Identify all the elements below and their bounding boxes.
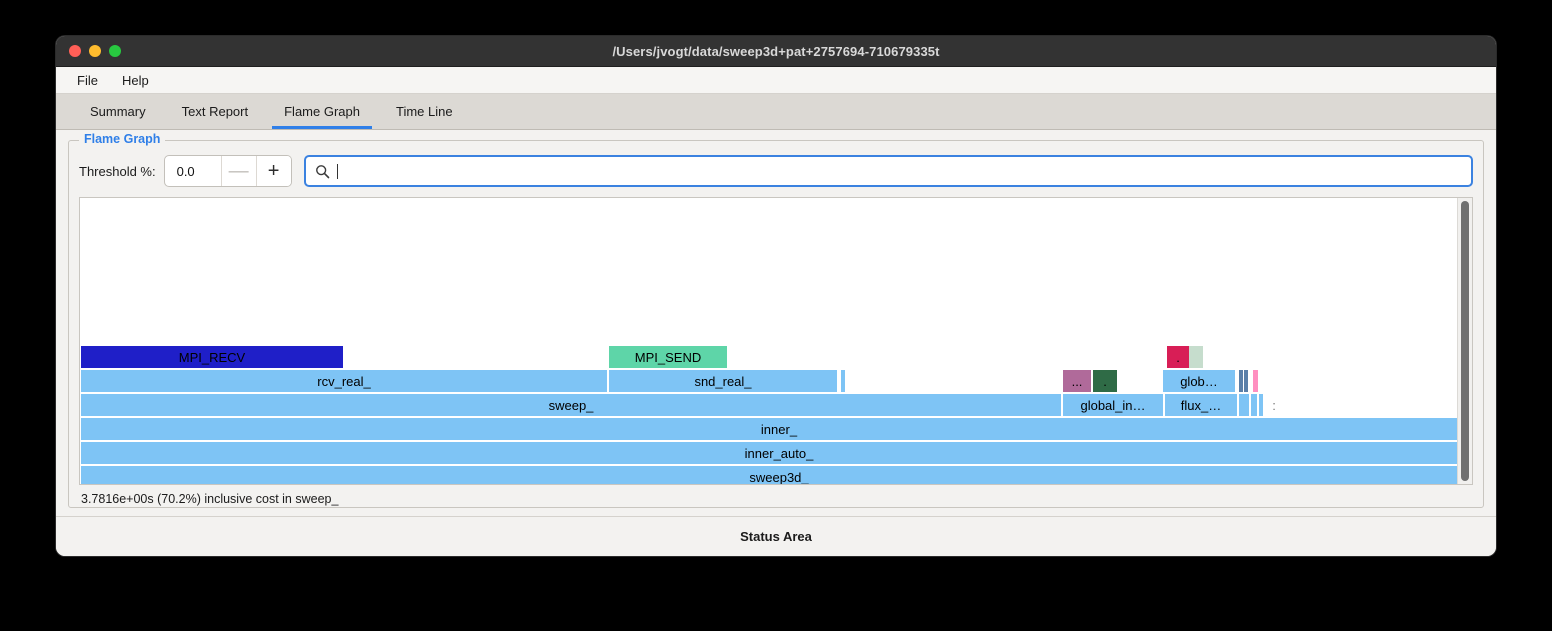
flame-frame[interactable]: ... xyxy=(1063,370,1091,392)
flame-frame[interactable]: flux_… xyxy=(1165,394,1237,416)
flame-frame[interactable]: inner_auto_ xyxy=(81,442,1457,464)
flame-frame-label: . xyxy=(1103,374,1107,389)
window-controls xyxy=(56,45,121,57)
flame-frame[interactable] xyxy=(1239,370,1243,392)
flame-frame[interactable]: MPI_SEND xyxy=(609,346,727,368)
menu-help[interactable]: Help xyxy=(113,71,158,90)
close-button[interactable] xyxy=(69,45,81,57)
flame-frame[interactable]: . xyxy=(1093,370,1117,392)
flame-frame[interactable]: rcv_real_ xyxy=(81,370,607,392)
flame-frame[interactable]: sweep3d_ xyxy=(81,466,1457,484)
graph-status-text: 3.7816e+00s (70.2%) inclusive cost in sw… xyxy=(79,492,1473,506)
main-content: Flame Graph Threshold %: 0.0 — + xyxy=(56,130,1496,506)
text-caret xyxy=(337,164,338,179)
title-bar: /Users/jvogt/data/sweep3d+pat+2757694-71… xyxy=(56,36,1496,67)
tab-bar: Summary Text Report Flame Graph Time Lin… xyxy=(56,94,1496,130)
flame-frame[interactable]: : xyxy=(1271,394,1277,416)
threshold-decrement-button[interactable]: — xyxy=(221,156,256,186)
flame-frame-label: snd_real_ xyxy=(694,374,751,389)
threshold-stepper[interactable]: 0.0 — + xyxy=(164,155,292,187)
flame-frame[interactable] xyxy=(1253,370,1258,392)
panel-legend: Flame Graph xyxy=(79,132,165,146)
flame-frame-label: inner_auto_ xyxy=(745,446,814,461)
threshold-increment-button[interactable]: + xyxy=(256,156,291,186)
flame-frame[interactable] xyxy=(1244,370,1248,392)
menu-file[interactable]: File xyxy=(68,71,107,90)
flame-graph-panel: Flame Graph Threshold %: 0.0 — + xyxy=(68,140,1484,508)
threshold-value[interactable]: 0.0 xyxy=(165,156,221,186)
scrollbar-thumb[interactable] xyxy=(1461,201,1469,481)
tab-text-report[interactable]: Text Report xyxy=(164,94,266,129)
tab-time-line[interactable]: Time Line xyxy=(378,94,471,129)
tab-summary[interactable]: Summary xyxy=(72,94,164,129)
search-field[interactable] xyxy=(304,155,1473,187)
threshold-label: Threshold %: xyxy=(79,164,156,179)
flame-frame[interactable] xyxy=(1239,394,1249,416)
flame-frame-label: ... xyxy=(1072,374,1083,389)
status-area: Status Area xyxy=(56,516,1496,556)
flame-frame-label: inner_ xyxy=(761,422,797,437)
zoom-button[interactable] xyxy=(109,45,121,57)
flame-frame[interactable] xyxy=(1251,394,1257,416)
minimize-button[interactable] xyxy=(89,45,101,57)
flame-frame-label: . xyxy=(1176,350,1180,365)
flame-frame-label: glob… xyxy=(1180,374,1218,389)
flame-frame[interactable]: sweep_ xyxy=(81,394,1061,416)
flame-frame[interactable]: global_in… xyxy=(1063,394,1163,416)
flame-frame[interactable]: . xyxy=(1167,346,1189,368)
flame-frame-label: sweep3d_ xyxy=(749,470,808,485)
flame-graph-viewport: MPI_RECVMPI_SEND.rcv_real_snd_real_....g… xyxy=(79,197,1473,485)
flame-frame-label: rcv_real_ xyxy=(317,374,370,389)
flame-frame-label: MPI_SEND xyxy=(635,350,701,365)
flame-frame[interactable] xyxy=(841,370,845,392)
flame-graph-canvas[interactable]: MPI_RECVMPI_SEND.rcv_real_snd_real_....g… xyxy=(80,198,1457,484)
flame-frame[interactable] xyxy=(1259,394,1263,416)
search-icon xyxy=(315,164,330,179)
flame-frame-label: global_in… xyxy=(1080,398,1145,413)
flame-frame-label: MPI_RECV xyxy=(179,350,245,365)
flame-graph-toolbar: Threshold %: 0.0 — + xyxy=(79,155,1473,187)
flame-frame[interactable] xyxy=(1189,346,1203,368)
flame-frame[interactable]: inner_ xyxy=(81,418,1457,440)
vertical-scrollbar[interactable] xyxy=(1457,198,1472,484)
flame-frame[interactable]: MPI_RECV xyxy=(81,346,343,368)
flame-frame[interactable]: snd_real_ xyxy=(609,370,837,392)
flame-frame-label: sweep_ xyxy=(549,398,594,413)
flame-frame-label: flux_… xyxy=(1181,398,1221,413)
tab-flame-graph[interactable]: Flame Graph xyxy=(266,94,378,129)
flame-frame-label: : xyxy=(1272,398,1276,413)
application-window: /Users/jvogt/data/sweep3d+pat+2757694-71… xyxy=(56,36,1496,556)
flame-frame[interactable]: glob… xyxy=(1163,370,1235,392)
window-title: /Users/jvogt/data/sweep3d+pat+2757694-71… xyxy=(56,44,1496,59)
menu-bar: File Help xyxy=(56,67,1496,94)
